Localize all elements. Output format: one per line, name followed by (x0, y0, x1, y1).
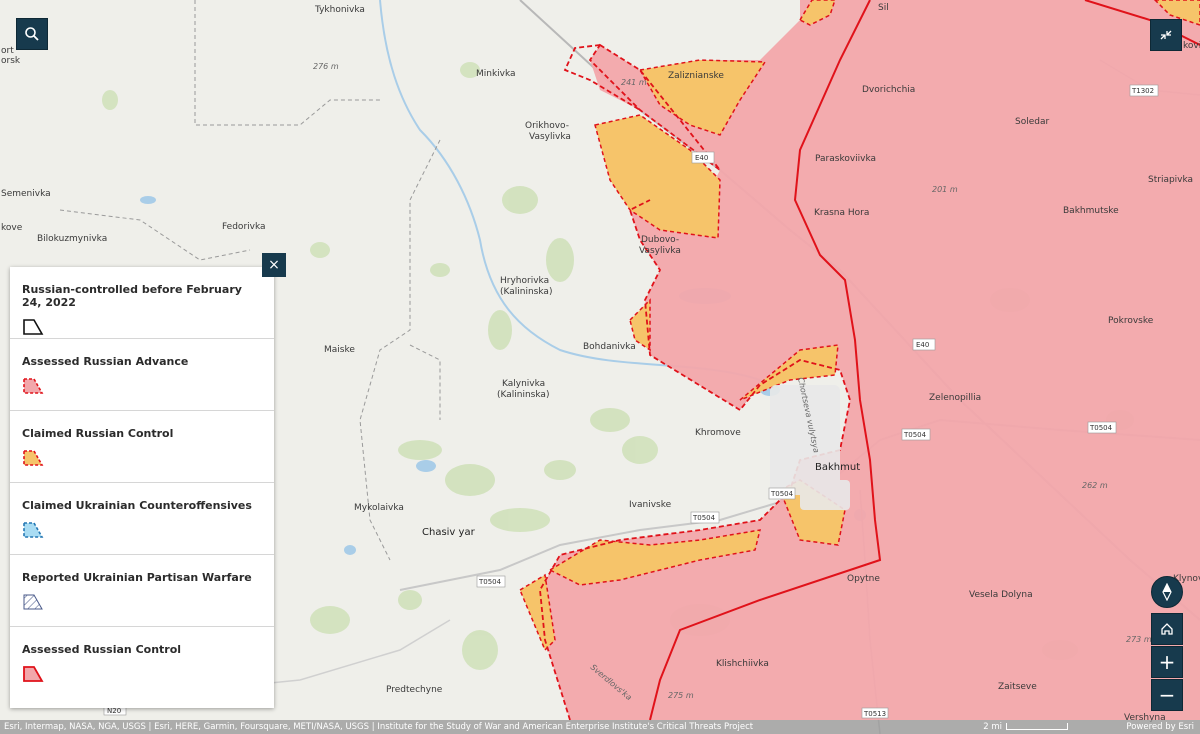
place-label: Pokrovske (1108, 316, 1154, 326)
elevation-label: 241 m (621, 78, 647, 87)
place-label: Dvorichchia (862, 85, 915, 95)
legend-item-label: Claimed Ukrainian Counteroffensives (22, 499, 252, 512)
place-label: ort (1, 46, 14, 56)
legend-item: Reported Ukrainian Partisan Warfare (10, 555, 274, 627)
compass-icon (1161, 583, 1173, 601)
place-label: (Kalininska) (497, 390, 549, 400)
place-label: Opytne (847, 574, 880, 584)
search-button[interactable] (16, 18, 48, 50)
place-label: Soledar (1015, 117, 1049, 127)
legend-item-label: Reported Ukrainian Partisan Warfare (22, 571, 252, 584)
legend-close-button[interactable]: × (262, 253, 286, 277)
place-label: Hryhorivka (500, 276, 549, 286)
legend-item-label: Russian-controlled before February 24, 2… (22, 283, 242, 309)
elevation-label: 201 m (932, 185, 958, 194)
scale-label: 2 mi (983, 722, 1002, 732)
place-label: orsk (1, 56, 21, 66)
zoom-out-button[interactable]: − (1151, 679, 1183, 711)
legend-item: Assessed Russian Control (10, 627, 274, 699)
legend-swatch-red-dashed (22, 377, 44, 397)
place-label: (Kalininska) (500, 287, 552, 297)
legend-swatch-blue-dashed (22, 521, 44, 541)
place-label: Zelenopillia (929, 393, 981, 403)
road-shield: T0504 (692, 514, 716, 522)
elevation-label: 262 m (1082, 481, 1108, 490)
place-label: Mykolaivka (354, 503, 404, 513)
place-label: Fedorivka (222, 222, 266, 232)
road-shield: T0504 (1089, 424, 1113, 432)
legend-swatch-black-outline (22, 318, 44, 338)
minus-icon: − (1158, 683, 1176, 707)
elevation-label: 276 m (313, 62, 339, 71)
place-label: Vasylivka (529, 132, 571, 142)
road-shield: E40 (916, 341, 929, 349)
road-shield: T0504 (770, 490, 794, 498)
place-label: Krasna Hora (814, 208, 869, 218)
place-label: Tykhonivka (314, 5, 365, 15)
zoom-in-button[interactable]: + (1151, 646, 1183, 678)
legend-item-label: Assessed Russian Control (22, 643, 182, 656)
legend-item: Claimed Russian Control (10, 411, 274, 483)
place-label: Chasiv yar (422, 527, 476, 538)
close-icon: × (268, 257, 280, 273)
elevation-label: 275 m (668, 691, 694, 700)
attribution-text: Esri, Intermap, NASA, NGA, USGS | Esri, … (4, 722, 754, 732)
legend-item-label: Claimed Russian Control (22, 427, 174, 440)
place-label: Kalynivka (502, 379, 545, 389)
place-label: Bakhmutske (1063, 206, 1119, 216)
legend-item: Claimed Ukrainian Counteroffensives (10, 483, 274, 555)
road-shield: T1302 (1131, 87, 1154, 95)
road-shield: T0504 (903, 431, 927, 439)
legend-panel: Russian-controlled before February 24, 2… (10, 267, 274, 708)
road-shield: N20 (107, 707, 121, 715)
legend-item-label: Assessed Russian Advance (22, 355, 189, 368)
scale-bar: 2 mi (983, 720, 1068, 734)
legend-item: Assessed Russian Advance (10, 339, 274, 411)
place-label: Bakhmut (815, 462, 860, 473)
attribution-bar: Esri, Intermap, NASA, NGA, USGS | Esri, … (0, 720, 1200, 734)
place-label: Zaitseve (998, 682, 1037, 692)
legend-swatch-red-solid (22, 665, 44, 685)
place-label: kove (1, 223, 23, 233)
place-label: Bilokuzmynivka (37, 234, 107, 244)
plus-icon: + (1158, 650, 1176, 674)
place-label: Maiske (324, 345, 355, 355)
powered-by-link[interactable]: Powered by Esri (1126, 720, 1194, 734)
road-shield: E40 (695, 154, 708, 162)
place-label: kovi (1183, 41, 1200, 51)
elevation-label: 273 m (1126, 635, 1152, 644)
place-label: Bohdanivka (583, 342, 636, 352)
place-label: Minkivka (476, 69, 516, 79)
legend-swatch-orange-dashed (22, 449, 44, 469)
home-button[interactable] (1151, 613, 1183, 645)
collapse-icon (1159, 28, 1173, 42)
home-icon (1160, 622, 1174, 636)
place-label: Orikhovo- (525, 121, 569, 131)
search-icon (24, 26, 40, 42)
compass-button[interactable] (1151, 576, 1183, 608)
road-shield: T0504 (478, 578, 502, 586)
place-label: Paraskoviivka (815, 154, 876, 164)
place-label: Predtechyne (386, 685, 443, 695)
legend-swatch-hatched (22, 593, 44, 613)
place-label: Zaliznianske (668, 71, 724, 81)
place-label: Vesela Dolyna (969, 590, 1033, 600)
place-label: Sil (878, 3, 889, 13)
place-label: Semenivka (1, 189, 51, 199)
place-label: Klishchiivka (716, 659, 769, 669)
place-label: Ivanivske (629, 500, 672, 510)
place-label: Striapivka (1148, 175, 1193, 185)
road-shield: T0513 (863, 710, 886, 718)
legend-item: Russian-controlled before February 24, 2… (10, 267, 274, 339)
collapse-button[interactable] (1150, 19, 1182, 51)
place-label: Vasylivka (639, 246, 681, 256)
place-label: Khromove (695, 428, 741, 438)
place-label: Dubovo- (641, 235, 679, 245)
